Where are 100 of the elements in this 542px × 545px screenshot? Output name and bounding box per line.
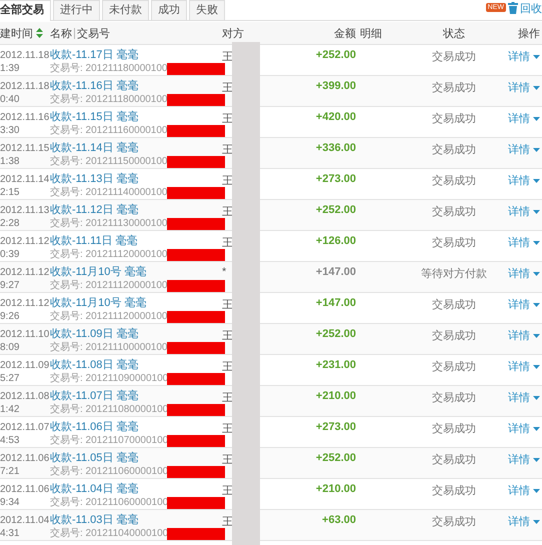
caret-icon xyxy=(533,272,540,276)
counterparty-text: 王 xyxy=(222,453,233,467)
counterparty-text: 王 xyxy=(222,484,233,498)
redaction-bar xyxy=(166,342,224,354)
date-text: 2012.11.18 xyxy=(0,49,49,62)
transaction-name-link[interactable]: 收款-11.07日 毫毫 xyxy=(50,390,138,403)
redaction-bar xyxy=(167,466,226,478)
date-text: 2012.11.16 xyxy=(0,111,49,124)
sort-icon[interactable] xyxy=(36,28,43,38)
time-text: 5:27 xyxy=(0,372,20,385)
transaction-name-link[interactable]: 收款-11.08日 毫毫 xyxy=(50,359,138,372)
trade-number: 交易号: 201211060000100 xyxy=(50,465,168,478)
details-link[interactable]: 详情 xyxy=(508,204,540,219)
tab[interactable]: 未付款 xyxy=(102,0,149,20)
details-link[interactable]: 详情 xyxy=(508,452,540,467)
date-text: 2012.11.18 xyxy=(0,80,49,93)
transaction-name-link[interactable]: 收款-11.05日 毫毫 xyxy=(50,452,138,465)
status-text: 交易成功 xyxy=(432,236,476,250)
transaction-name-link[interactable]: 收款-11.13日 毫毫 xyxy=(50,173,138,186)
counterparty-text: 王 xyxy=(222,422,233,436)
trade-number: 交易号: 201211160000100 xyxy=(50,124,168,137)
status-text: 交易成功 xyxy=(432,50,476,64)
details-link[interactable]: 详情 xyxy=(508,80,540,95)
amount-text: +252.00 xyxy=(316,204,356,216)
details-link[interactable]: 详情 xyxy=(508,235,540,250)
status-text: 交易成功 xyxy=(432,360,476,374)
transaction-name-link[interactable]: 收款-11.06日 毫毫 xyxy=(50,421,138,434)
redaction-bar xyxy=(167,372,226,384)
date-text: 2012.11.04 xyxy=(0,514,49,527)
details-link[interactable]: 详情 xyxy=(508,514,540,529)
details-link[interactable]: 详情 xyxy=(508,483,540,498)
status-text: 交易成功 xyxy=(432,422,476,436)
counterparty-text: 王 xyxy=(222,143,233,157)
column-header: 操作 xyxy=(518,26,540,40)
caret-icon xyxy=(533,210,540,214)
caret-icon xyxy=(533,396,540,400)
redaction-bar xyxy=(167,496,226,508)
transaction-name-link[interactable]: 收款-11.09日 毫毫 xyxy=(50,328,138,341)
counterparty-text: * xyxy=(222,266,226,278)
date-text: 2012.11.10 xyxy=(0,328,49,341)
tab[interactable]: 成功 xyxy=(151,0,187,20)
details-link[interactable]: 详情 xyxy=(508,266,540,281)
transaction-name-link[interactable]: 收款-11.11日 毫毫 xyxy=(50,235,138,248)
counterparty-text: 王 xyxy=(222,81,233,95)
transaction-name-link[interactable]: 收款-11.03日 毫毫 xyxy=(50,514,138,527)
details-link[interactable]: 详情 xyxy=(508,359,540,374)
details-link[interactable]: 详情 xyxy=(508,297,540,312)
trade-number: 交易号: 201211090000100 xyxy=(50,372,168,385)
status-text: 交易成功 xyxy=(432,390,476,405)
caret-icon xyxy=(533,520,540,524)
trade-number: 交易号: 201211180000100 xyxy=(50,62,168,75)
details-link[interactable]: 详情 xyxy=(508,173,540,188)
tab[interactable]: 失败 xyxy=(189,0,225,20)
transaction-name-link[interactable]: 收款-11.04日 毫毫 xyxy=(50,483,138,496)
trash-icon xyxy=(508,2,518,14)
amount-text: +252.00 xyxy=(316,49,356,61)
counterparty-text: 王 xyxy=(222,360,233,374)
trade-number: 交易号: 201211140000100 xyxy=(50,186,168,199)
date-text: 2012.11.06 xyxy=(0,452,49,465)
transaction-name-link[interactable]: 收款-11.12日 毫毫 xyxy=(50,204,138,217)
amount-text: +420.00 xyxy=(316,111,356,123)
trade-number: 交易号: 201211180000100 xyxy=(50,93,168,106)
details-link[interactable]: 详情 xyxy=(508,49,540,64)
time-text: 1:42 xyxy=(0,403,20,416)
caret-icon xyxy=(533,148,540,152)
counterparty-text: 王 xyxy=(222,112,233,126)
status-text: 交易成功 xyxy=(432,112,476,126)
caret-icon xyxy=(533,426,540,430)
transaction-name-link[interactable]: 收款-11.15日 毫毫 xyxy=(50,111,138,124)
redaction-bar xyxy=(166,62,224,74)
tab[interactable]: 进行中 xyxy=(53,0,100,20)
caret-icon xyxy=(533,86,540,90)
details-link[interactable]: 详情 xyxy=(508,328,540,343)
time-text: 4:53 xyxy=(0,434,20,447)
status-text: 交易成功 xyxy=(432,452,476,467)
time-text: 7:21 xyxy=(0,465,20,478)
redaction-bar xyxy=(167,434,226,446)
counterparty-text: 王 xyxy=(222,515,233,529)
trade-number: 交易号: 201211120000100 xyxy=(50,279,168,292)
date-text: 2012.11.09 xyxy=(0,359,49,372)
transaction-name-link[interactable]: 收款-11.17日 毫毫 xyxy=(50,49,138,62)
recycle-link[interactable]: 回收 xyxy=(520,1,542,16)
transaction-name-link[interactable]: 收款-11月10号 毫毫 xyxy=(50,266,146,279)
status-text: 交易成功 xyxy=(432,298,476,312)
details-link[interactable]: 详情 xyxy=(508,421,540,436)
amount-text: +252.00 xyxy=(316,452,356,464)
details-link[interactable]: 详情 xyxy=(508,111,540,126)
amount-text: +399.00 xyxy=(316,80,356,92)
tab[interactable]: 全部交易 xyxy=(0,0,51,21)
status-text: 等待对方付款 xyxy=(421,266,487,281)
redaction-bar xyxy=(166,310,224,322)
transaction-name-link[interactable]: 收款-11.14日 毫毫 xyxy=(50,142,138,155)
redaction-bar xyxy=(166,124,224,136)
details-link[interactable]: 详情 xyxy=(508,142,540,157)
amount-text: +147.00 xyxy=(316,266,356,278)
trade-number: 交易号: 201211100000100 xyxy=(50,341,168,354)
transaction-name-link[interactable]: 收款-11月10号 毫毫 xyxy=(50,297,146,310)
date-text: 2012.11.07 xyxy=(0,421,49,434)
transaction-name-link[interactable]: 收款-11.16日 毫毫 xyxy=(50,80,138,93)
details-link[interactable]: 详情 xyxy=(508,390,540,405)
